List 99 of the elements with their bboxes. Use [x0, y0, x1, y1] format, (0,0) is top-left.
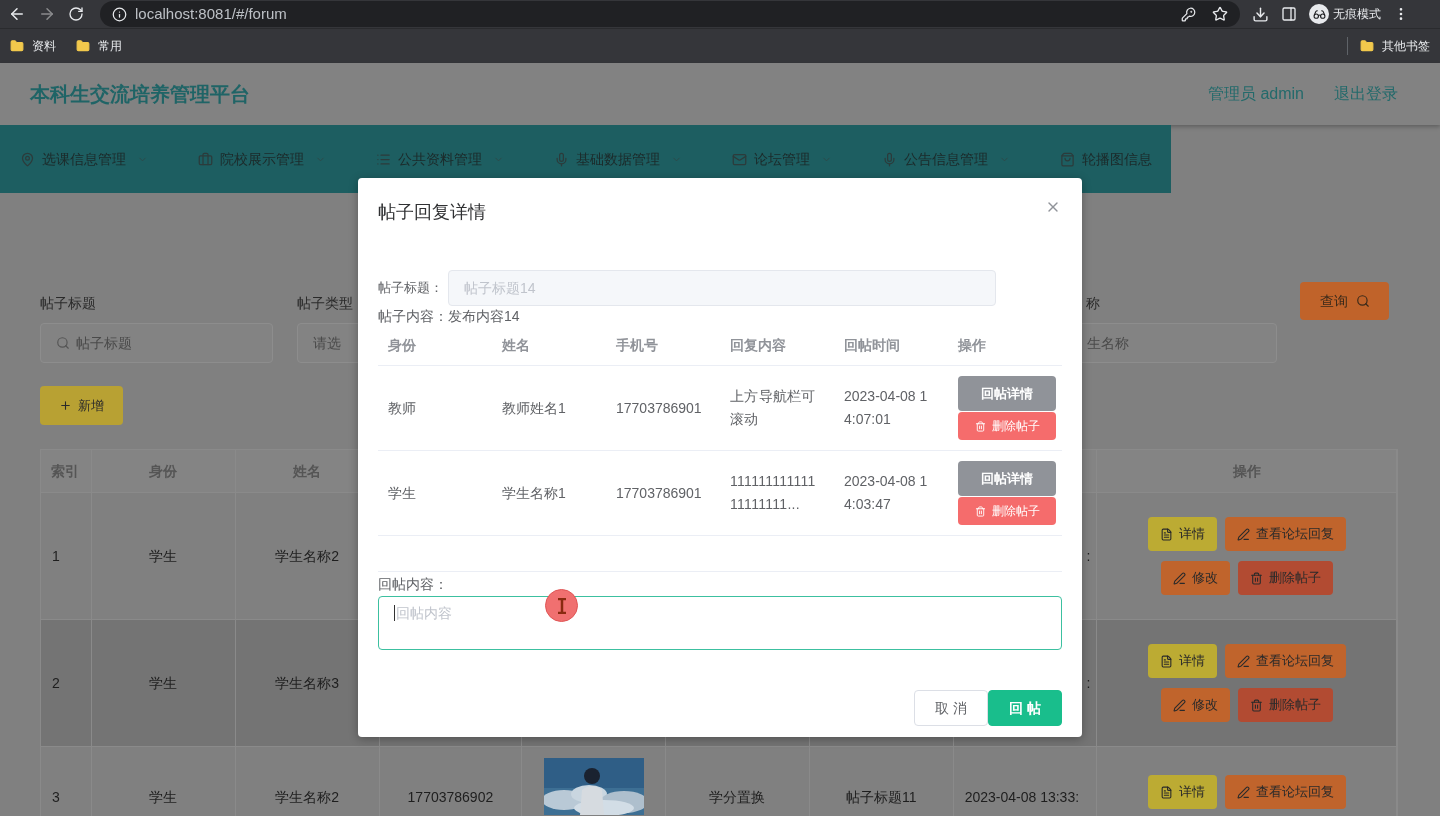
- nav-icon: [554, 151, 569, 167]
- plus-icon: [59, 399, 72, 412]
- action-button[interactable]: 修改: [1160, 561, 1230, 595]
- column-header: 姓名: [502, 337, 530, 353]
- table-cell-text: 学生: [388, 483, 417, 503]
- action-button[interactable]: 回帖详情: [958, 376, 1056, 411]
- action-button[interactable]: 删除帖子: [1237, 688, 1333, 722]
- table-cell-text: :: [1086, 673, 1091, 693]
- pen-icon: [1236, 527, 1250, 541]
- post-content-text: 帖子内容：发布内容14: [378, 307, 521, 326]
- query-button[interactable]: 查询: [1300, 282, 1389, 320]
- reload-icon[interactable]: [68, 6, 84, 22]
- table-cell-text: 学生名称2: [275, 788, 339, 807]
- column-header: 手机号: [616, 337, 658, 353]
- action-button[interactable]: 修改: [1160, 688, 1230, 722]
- incognito-icon: [1309, 4, 1329, 24]
- incognito-badge[interactable]: 无痕模式: [1309, 4, 1381, 24]
- address-bar[interactable]: localhost:8081/#/forum: [100, 1, 1240, 27]
- trash-icon: [974, 420, 986, 432]
- table-cell-text: 11111111111111111111...: [730, 472, 817, 514]
- search-icon: [56, 336, 70, 350]
- logout-link[interactable]: 退出登录: [1334, 82, 1398, 106]
- table-cell-text: 学分置换: [709, 788, 766, 807]
- field-label: 帖子标题：: [378, 279, 444, 298]
- table-cell-text: 上方导航栏可滚动: [730, 387, 817, 429]
- action-button[interactable]: 查看论坛回复: [1224, 775, 1346, 809]
- nav-icon: [732, 151, 747, 167]
- table-cell-text: 17703786901: [616, 398, 703, 418]
- bookmark-item[interactable]: 资料: [10, 37, 56, 55]
- column-header: 操作: [958, 337, 986, 353]
- action-button[interactable]: 详情: [1147, 644, 1217, 678]
- field-label: 称: [1085, 294, 1101, 313]
- table-cell-text: 学生名称3: [275, 673, 339, 693]
- cancel-button[interactable]: 取 消: [914, 690, 988, 726]
- table-cell-text: 2023-04-08 14:03:47: [844, 472, 929, 514]
- table-cell-text: 17703786901: [616, 483, 703, 503]
- pen-icon: [1236, 654, 1250, 668]
- bookmark-item[interactable]: 其他书签: [1360, 37, 1430, 55]
- field-label: 帖子类型: [297, 294, 354, 313]
- action-button[interactable]: 删除帖子: [958, 497, 1056, 525]
- action-button[interactable]: 删除帖子: [1237, 561, 1333, 595]
- action-button[interactable]: 详情: [1147, 775, 1217, 809]
- trash-icon: [974, 505, 986, 517]
- search-icon: [1355, 294, 1370, 308]
- document-icon: [1159, 654, 1173, 668]
- pen-icon: [1172, 698, 1186, 712]
- action-button[interactable]: 回帖详情: [958, 461, 1056, 496]
- table-cell-text: 学生名称2: [275, 546, 339, 566]
- table-cell-text: 学生: [149, 546, 178, 566]
- user-label: 管理员 admin: [1207, 84, 1304, 104]
- table-cell-text: 学生: [149, 673, 178, 693]
- document-icon: [1159, 785, 1173, 799]
- table-cell-text: 2023-04-08 13:33:: [964, 788, 1080, 807]
- action-button[interactable]: 详情: [1147, 517, 1217, 551]
- sidebar-icon[interactable]: [1281, 6, 1297, 22]
- column-header: 回复内容: [730, 337, 786, 353]
- trash-icon: [1249, 571, 1263, 585]
- submit-button[interactable]: 回 帖: [988, 690, 1062, 726]
- key-icon[interactable]: [1181, 6, 1196, 22]
- table-cell-text: 1: [52, 546, 60, 566]
- pen-icon: [1236, 785, 1250, 799]
- bookmark-item[interactable]: 常用: [76, 37, 122, 55]
- back-icon[interactable]: [8, 5, 26, 23]
- document-icon: [1159, 527, 1173, 541]
- download-icon[interactable]: [1252, 5, 1269, 23]
- folder-icon: [76, 39, 90, 53]
- column-header: 身份: [388, 337, 416, 353]
- add-button[interactable]: 新增: [40, 386, 123, 425]
- nav-icon: [882, 151, 897, 167]
- table-cell-text: 教师姓名1: [502, 398, 567, 418]
- action-button[interactable]: 查看论坛回复: [1224, 644, 1346, 678]
- site-title: 本科生交流培养管理平台: [30, 82, 250, 107]
- table-cell-text: 学生: [149, 788, 178, 807]
- table-cell-text: 17703786902: [407, 788, 494, 807]
- url-text: localhost:8081/#/forum: [135, 3, 287, 24]
- table-cell-text: :: [1086, 546, 1091, 566]
- pen-icon: [1172, 571, 1186, 585]
- nav-icon: [198, 151, 213, 167]
- dialog-title: 帖子回复详情: [378, 201, 486, 224]
- nav-icon: [376, 151, 391, 167]
- table-cell-text: 3: [52, 788, 60, 807]
- nav-icon: [1060, 151, 1075, 167]
- column-header: 回帖时间: [844, 337, 900, 353]
- folder-icon: [1360, 39, 1374, 53]
- table-cell-text: 2023-04-08 14:07:01: [844, 387, 929, 429]
- table-cell-text: 2: [52, 673, 60, 693]
- table-cell-text: 学生名称1: [502, 483, 567, 503]
- info-icon: [112, 6, 127, 22]
- action-button[interactable]: 删除帖子: [958, 412, 1056, 440]
- action-button[interactable]: 查看论坛回复: [1224, 517, 1346, 551]
- trash-icon: [1249, 698, 1263, 712]
- field-label: 帖子标题: [40, 294, 97, 313]
- star-icon[interactable]: [1212, 6, 1228, 22]
- nav-icon: [20, 151, 35, 167]
- table-cell-text: 帖子标题11: [845, 788, 917, 807]
- field-label: 回帖内容：: [378, 576, 448, 592]
- table-cell-text: 教师: [388, 398, 417, 418]
- folder-icon: [10, 39, 24, 53]
- forward-icon[interactable]: [38, 5, 56, 23]
